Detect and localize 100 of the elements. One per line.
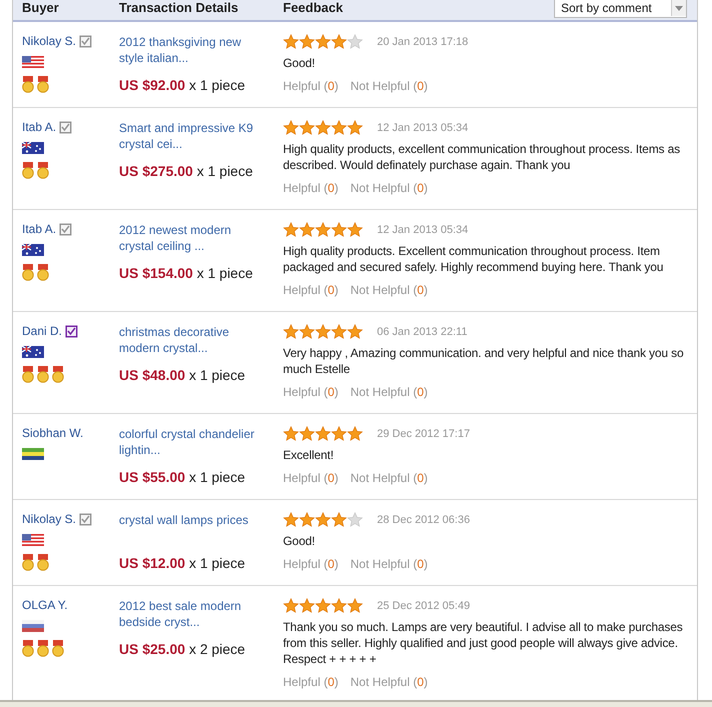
star-icon: [315, 34, 331, 50]
star-icon: [331, 426, 347, 442]
column-header: Buyer: [22, 0, 60, 14]
product-link[interactable]: 2012 best sale modern bedside cryst...: [119, 598, 269, 630]
buyer-name[interactable]: Itab A.: [22, 222, 56, 236]
quantity: x 1 piece: [189, 469, 246, 485]
flag-icon: [22, 346, 44, 358]
column-header: Feedback: [283, 0, 344, 14]
star-icon: [299, 598, 315, 614]
feedback-comment: High quality products, excellent communication throughout process. Items as described. Would definately purchase again. Thank you: [283, 141, 681, 173]
star-icon: [331, 34, 347, 50]
quantity: x 1 piece: [189, 77, 246, 93]
product-link[interactable]: colorful crystal chandelier lightin...: [119, 426, 269, 458]
buyer-name[interactable]: OLGA Y.: [22, 598, 68, 612]
star-icon: [347, 222, 363, 238]
helpful-link[interactable]: Helpful (0): [283, 385, 338, 399]
medal-icon: [22, 554, 34, 571]
star-icon: [347, 120, 363, 136]
feedback-comment: Very happy , Amazing communication. and very helpful and nice thank you so much Estelle: [283, 345, 684, 377]
feedback-date: 20 Jan 2013 17:18: [377, 36, 468, 48]
helpful-link[interactable]: Helpful (0): [283, 675, 338, 689]
medal-icon: [22, 366, 34, 383]
helpful-link[interactable]: Helpful (0): [283, 79, 338, 93]
feedback-date: 29 Dec 2012 17:17: [377, 428, 470, 440]
medal-icon: [22, 264, 34, 281]
price: US $48.00: [119, 367, 186, 383]
flag-icon: [22, 620, 44, 632]
feedback-comment: Excellent!: [283, 447, 335, 463]
star-icon: [331, 324, 347, 340]
not-helpful-link[interactable]: Not Helpful (0): [350, 385, 428, 399]
star-icon: [283, 324, 299, 340]
product-link[interactable]: Smart and impressive K9 crystal cei...: [119, 120, 269, 152]
product-link[interactable]: christmas decorative modern crystal...: [119, 324, 269, 356]
buyer-name[interactable]: Siobhan W.: [22, 426, 84, 440]
product-link[interactable]: crystal wall lamps prices: [119, 512, 269, 544]
feedback-comment: Thank you so much. Lamps are very beautiful. I advise all to make purchases from this seller. Highly qualified and just good people will always give advice. Respect + + + + +: [283, 619, 684, 667]
not-helpful-link[interactable]: Not Helpful (0): [350, 675, 428, 689]
medal-icon: [37, 264, 49, 281]
not-helpful-link[interactable]: Not Helpful (0): [350, 471, 428, 485]
star-icon: [331, 222, 347, 238]
medal-icon: [37, 640, 49, 657]
star-icon: [299, 222, 315, 238]
medal-icon: [22, 162, 34, 179]
price: US $25.00: [119, 641, 186, 657]
star-icon: [283, 34, 299, 50]
star-icon: [299, 324, 315, 340]
flag-icon: [22, 448, 44, 460]
buyer-name[interactable]: Dani D.: [22, 324, 62, 338]
caret-icon: [675, 6, 683, 10]
column-header: Transaction Details: [119, 0, 240, 14]
star-icon: [347, 598, 363, 614]
quantity: x 1 piece: [196, 163, 253, 179]
star-icon: [283, 222, 299, 238]
product-link[interactable]: 2012 newest modern crystal ceiling ...: [119, 222, 269, 254]
flag-icon: [22, 534, 44, 546]
helpful-link[interactable]: Helpful (0): [283, 283, 338, 297]
feedback-date: 06 Jan 2013 22:11: [377, 326, 468, 338]
price: US $92.00: [119, 77, 186, 93]
medal-icon: [22, 76, 34, 93]
medal-icon: [37, 554, 49, 571]
star-icon: [315, 120, 331, 136]
not-helpful-link[interactable]: Not Helpful (0): [350, 283, 428, 297]
not-helpful-link[interactable]: Not Helpful (0): [350, 79, 428, 93]
feedback-date: 12 Jan 2013 05:34: [377, 122, 468, 134]
buyer-name[interactable]: Nikolay S.: [22, 34, 76, 48]
buyer-name[interactable]: Nikolay S.: [22, 512, 76, 526]
helpful-link[interactable]: Helpful (0): [283, 557, 338, 571]
star-icon: [283, 426, 299, 442]
star-icon: [315, 512, 331, 528]
medal-icon: [52, 640, 64, 657]
quantity: x 2 piece: [189, 641, 246, 657]
quantity: x 1 piece: [196, 265, 253, 281]
not-helpful-link[interactable]: Not Helpful (0): [350, 557, 428, 571]
star-icon: [283, 598, 299, 614]
medal-icon: [37, 76, 49, 93]
not-helpful-link[interactable]: Not Helpful (0): [350, 181, 428, 195]
star-icon: [283, 512, 299, 528]
medal-icon: [37, 162, 49, 179]
sort-dropdown[interactable]: Sort by comment: [554, 0, 687, 18]
star-icon: [315, 324, 331, 340]
feedback-comment: Good!: [283, 533, 316, 549]
star-icon: [347, 34, 363, 50]
flag-icon: [22, 142, 44, 154]
quantity: x 1 piece: [189, 555, 246, 571]
helpful-link[interactable]: Helpful (0): [283, 471, 338, 485]
product-link[interactable]: 2012 thanksgiving new style italian...: [119, 34, 269, 66]
quantity: x 1 piece: [189, 367, 246, 383]
star-icon: [299, 512, 315, 528]
feedback-comment: Good!: [283, 55, 316, 71]
flag-icon: [22, 56, 44, 68]
star-icon: [315, 426, 331, 442]
medal-icon: [22, 640, 34, 657]
medal-icon: [37, 366, 49, 383]
star-icon: [331, 598, 347, 614]
star-icon: [315, 598, 331, 614]
buyer-name[interactable]: Itab A.: [22, 120, 56, 134]
star-icon: [299, 120, 315, 136]
star-icon: [347, 512, 363, 528]
star-icon: [283, 120, 299, 136]
helpful-link[interactable]: Helpful (0): [283, 181, 338, 195]
